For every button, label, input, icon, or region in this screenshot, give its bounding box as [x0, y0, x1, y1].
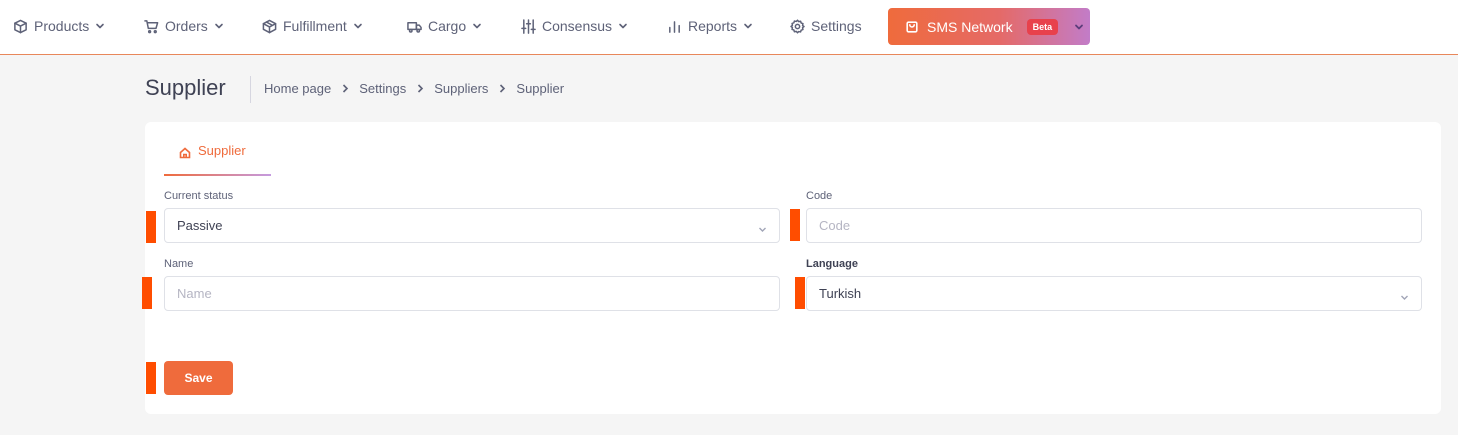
nav-settings-label: Settings	[811, 18, 862, 34]
language-value: Turkish	[819, 286, 862, 301]
bar-chart-icon	[669, 20, 680, 33]
current-status-value: Passive	[177, 218, 223, 233]
breadcrumb-home[interactable]: Home page	[264, 81, 331, 96]
top-navigation: Products Orders Fulfillment Cargo Consen…	[0, 0, 1458, 55]
nav-orders[interactable]: Orders	[144, 0, 224, 52]
nav-products[interactable]: Products	[13, 0, 105, 52]
name-input[interactable]	[177, 277, 779, 310]
chevron-down-icon	[744, 23, 752, 29]
cart-icon	[144, 19, 159, 33]
code-input[interactable]	[819, 209, 1421, 242]
chevron-right-icon	[416, 81, 424, 96]
tab-supplier[interactable]: Supplier	[164, 143, 271, 176]
code-field	[806, 208, 1422, 243]
code-marker	[790, 209, 800, 241]
name-field	[164, 276, 780, 311]
chevron-down-icon	[214, 23, 223, 29]
page-title: Supplier	[145, 75, 226, 100]
sms-network-label: SMS Network	[927, 18, 1013, 35]
nav-settings[interactable]: Settings	[790, 0, 862, 52]
chevron-down-icon	[758, 222, 767, 237]
nav-cargo-label: Cargo	[428, 18, 467, 34]
tab-active-indicator	[164, 174, 271, 176]
breadcrumb-suppliers[interactable]: Suppliers	[434, 81, 488, 96]
chevron-down-icon	[473, 23, 481, 29]
name-label: Name	[164, 258, 194, 270]
nav-fulfillment-label: Fulfillment	[283, 18, 347, 34]
name-marker	[142, 277, 152, 309]
nav-cargo[interactable]: Cargo	[407, 0, 482, 52]
current-status-select[interactable]: Passive	[164, 208, 780, 243]
chevron-right-icon	[498, 81, 506, 96]
language-select[interactable]: Turkish	[806, 276, 1422, 311]
nav-reports[interactable]: Reports	[667, 0, 753, 52]
tab-supplier-label: Supplier	[198, 143, 246, 158]
chevron-down-icon	[1400, 290, 1409, 305]
truck-icon	[407, 21, 422, 33]
current-status-label: Current status	[164, 190, 234, 202]
nav-orders-label: Orders	[165, 18, 208, 34]
chevron-right-icon	[341, 81, 349, 96]
sliders-icon	[521, 18, 536, 34]
beta-badge: Beta	[1026, 18, 1059, 35]
status-marker	[146, 211, 156, 243]
home-icon	[179, 147, 191, 159]
package-icon	[262, 19, 277, 33]
language-label: Language	[806, 258, 858, 270]
nav-reports-label: Reports	[688, 18, 738, 34]
sms-network-button[interactable]: SMS Network Beta	[888, 8, 1090, 45]
breadcrumb-current: Supplier	[516, 81, 565, 96]
nav-fulfillment[interactable]: Fulfillment	[262, 0, 363, 52]
chevron-down-icon	[96, 23, 105, 29]
breadcrumb: Home page Settings Suppliers Supplier	[264, 81, 564, 96]
nav-products-label: Products	[34, 18, 90, 34]
title-divider	[250, 76, 251, 103]
chevron-down-icon	[1075, 24, 1083, 29]
nav-consensus-label: Consensus	[542, 18, 613, 34]
save-marker	[146, 362, 156, 394]
nav-consensus[interactable]: Consensus	[521, 0, 628, 52]
shopping-bag-icon	[906, 20, 918, 33]
code-label: Code	[806, 190, 833, 202]
chevron-down-icon	[619, 23, 627, 29]
supplier-form-card: Supplier Current status Passive Code Nam…	[142, 122, 1441, 414]
gear-icon	[790, 18, 805, 34]
chevron-down-icon	[353, 23, 362, 29]
sms-network-dropdown[interactable]	[1074, 22, 1084, 32]
language-marker	[795, 277, 805, 309]
breadcrumb-settings[interactable]: Settings	[359, 81, 406, 96]
save-button[interactable]: Save	[164, 361, 233, 395]
box-icon	[14, 19, 27, 33]
